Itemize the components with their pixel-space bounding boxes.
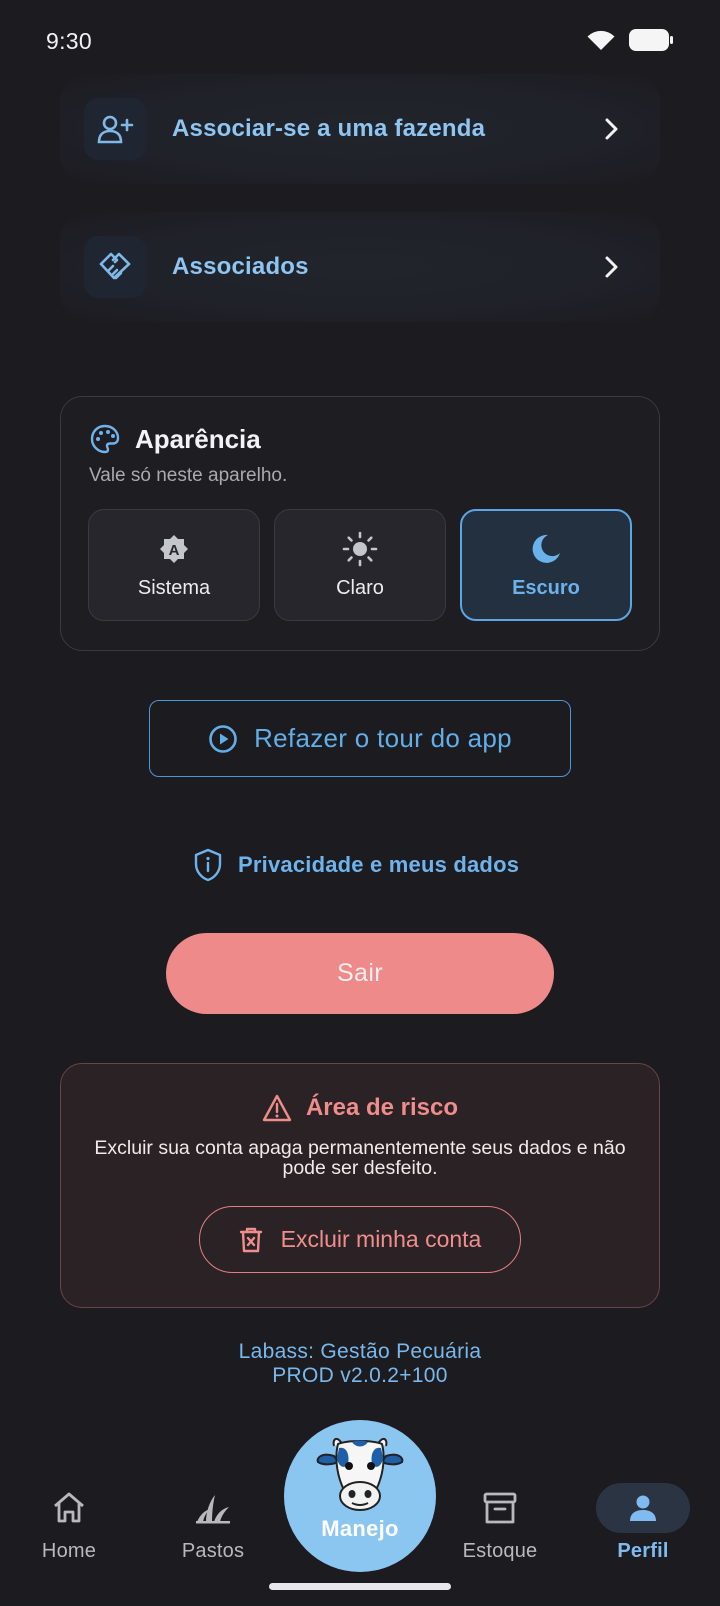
associates-label: Associados	[172, 253, 309, 280]
chevron-right-icon	[604, 117, 620, 141]
appearance-card: Aparência Vale só neste aparelho. A Sist…	[60, 396, 660, 651]
home-icon	[54, 1492, 84, 1523]
appearance-header: Aparência	[89, 423, 261, 455]
status-time: 9:30	[46, 28, 92, 54]
svg-text:A: A	[169, 542, 180, 559]
redo-tour-button[interactable]: Refazer o tour do app	[149, 700, 571, 777]
logout-label: Sair	[336, 959, 384, 987]
delete-account-button[interactable]: Excluir minha conta	[199, 1206, 521, 1273]
danger-zone-title: Área de risco	[305, 1094, 459, 1121]
sun-icon	[342, 531, 378, 566]
delete-forever-icon	[239, 1227, 262, 1252]
associates-row[interactable]: Associados	[60, 212, 660, 322]
warning-icon	[262, 1094, 292, 1122]
cow-icon	[316, 1438, 404, 1511]
palette-icon	[90, 424, 120, 454]
play-circle-icon	[209, 724, 237, 753]
chevron-right-icon	[604, 255, 620, 279]
manejo-fab[interactable]: Manejo	[284, 1420, 436, 1572]
battery-icon	[629, 29, 673, 51]
wifi-icon	[587, 30, 615, 50]
associate-farm-row[interactable]: Associar-se a uma fazenda	[60, 74, 660, 184]
logout-button[interactable]: Sair	[166, 933, 554, 1014]
app-info: Labass: Gestão Pecuária PROD v2.0.2+100	[0, 1340, 720, 1388]
theme-option-light[interactable]: Claro	[274, 509, 446, 621]
nav-profile-label: Perfil	[617, 1540, 669, 1562]
nav-pastures[interactable]: Pastos	[158, 1488, 268, 1563]
handshake-icon	[84, 236, 146, 298]
danger-zone-header: Área de risco	[61, 1094, 659, 1122]
profile-screen: 9:30 Associar-se a uma fazenda Associado…	[0, 0, 720, 1606]
nav-inventory[interactable]: Estoque	[445, 1488, 555, 1563]
manejo-label: Manejo	[321, 1516, 399, 1541]
delete-account-label: Excluir minha conta	[280, 1226, 482, 1252]
danger-zone-description: Excluir sua conta apaga permanentemente …	[94, 1137, 626, 1179]
shield-info-icon	[194, 848, 222, 882]
appearance-title: Aparência	[135, 423, 261, 454]
nav-active-indicator	[596, 1483, 690, 1533]
associate-farm-label: Associar-se a uma fazenda	[172, 115, 486, 142]
theme-option-system-label: Sistema	[137, 576, 211, 599]
nav-pastures-label: Pastos	[181, 1540, 245, 1562]
nav-home[interactable]: Home	[14, 1488, 124, 1563]
archive-icon	[483, 1492, 517, 1524]
person-icon	[630, 1495, 656, 1521]
theme-option-dark-label: Escuro	[512, 576, 580, 599]
grass-icon	[196, 1495, 230, 1524]
status-icons	[586, 28, 674, 52]
person-add-icon	[84, 98, 146, 160]
appearance-subtitle: Vale só neste aparelho.	[89, 465, 288, 486]
home-indicator	[269, 1583, 451, 1590]
theme-option-light-label: Claro	[336, 576, 384, 599]
auto-mode-icon: A	[160, 534, 188, 563]
theme-option-dark[interactable]: Escuro	[460, 509, 632, 621]
danger-zone-card: Área de risco Excluir sua conta apaga pe…	[60, 1063, 660, 1308]
moon-icon	[532, 534, 560, 563]
app-version: PROD v2.0.2+100	[272, 1364, 448, 1387]
privacy-label: Privacidade e meus dados	[238, 852, 520, 877]
redo-tour-label: Refazer o tour do app	[254, 723, 512, 753]
nav-inventory-label: Estoque	[462, 1540, 538, 1562]
nav-profile[interactable]: Perfil	[588, 1483, 698, 1563]
privacy-link[interactable]: Privacidade e meus dados	[192, 848, 519, 882]
app-name: Labass: Gestão Pecuária	[238, 1340, 482, 1363]
theme-option-system[interactable]: A Sistema	[88, 509, 260, 621]
nav-home-label: Home	[41, 1540, 97, 1562]
